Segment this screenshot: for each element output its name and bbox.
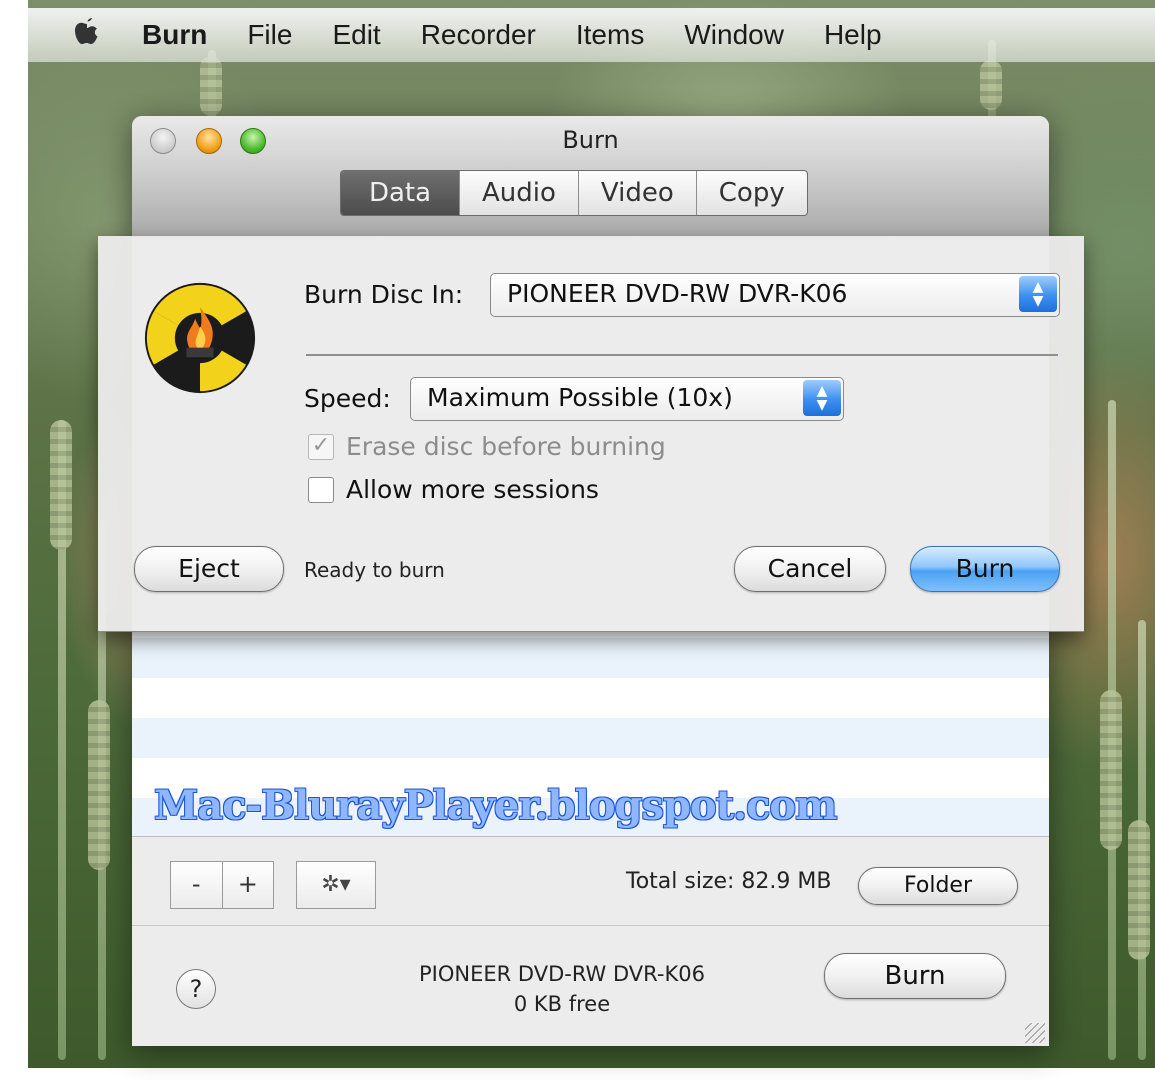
erase-disc-label: Erase disc before burning (346, 432, 666, 461)
menu-edit[interactable]: Edit (332, 19, 380, 51)
menu-file[interactable]: File (247, 19, 292, 51)
tab-data[interactable]: Data (341, 171, 460, 215)
window-title: Burn (562, 126, 619, 154)
watermark-text: Mac-BlurayPlayer.blogspot.com (154, 782, 837, 829)
resize-grip-icon[interactable] (1025, 1023, 1045, 1043)
allow-more-sessions-label: Allow more sessions (346, 475, 599, 504)
total-size-label: Total size: 82.9 MB (626, 869, 832, 894)
burn-radiation-logo-icon (144, 282, 256, 394)
help-icon[interactable]: ? (176, 969, 216, 1009)
tab-copy[interactable]: Copy (697, 171, 807, 215)
divider (132, 925, 1049, 926)
popup-arrows-icon: ▲ ▼ (803, 380, 841, 416)
remove-item-button[interactable]: - (171, 862, 223, 908)
erase-disc-checkbox[interactable]: ✓ (308, 434, 334, 460)
eject-button[interactable]: Eject (134, 546, 284, 592)
gear-icon[interactable]: ✲▾ (296, 861, 376, 909)
tab-video[interactable]: Video (579, 171, 697, 215)
speed-label: Speed: (304, 384, 391, 413)
drive-name: PIONEER DVD-RW DVR-K06 (419, 962, 705, 986)
add-remove-control: - + (170, 861, 274, 909)
burn-disc-in-label: Burn Disc In: (304, 280, 464, 309)
apple-menu-icon[interactable] (72, 16, 102, 54)
cancel-button[interactable]: Cancel (734, 546, 886, 592)
bottom-toolbar: - + ✲▾ Total size: 82.9 MB Folder ? PION… (132, 836, 1049, 1046)
menu-items[interactable]: Items (576, 19, 644, 51)
mode-tabs: Data Audio Video Copy (340, 170, 808, 216)
separator (306, 354, 1058, 356)
burn-sheet: Burn Disc In: PIONEER DVD-RW DVR-K06 ▲ ▼ … (98, 236, 1084, 632)
menu-window[interactable]: Window (684, 19, 784, 51)
menu-burn[interactable]: Burn (142, 19, 207, 51)
burn-disc-in-select[interactable]: PIONEER DVD-RW DVR-K06 ▲ ▼ (490, 273, 1060, 317)
burn-button[interactable]: Burn (910, 546, 1060, 592)
status-text: Ready to burn (304, 558, 445, 582)
speed-select[interactable]: Maximum Possible (10x) ▲ ▼ (410, 377, 844, 421)
burn-disc-in-value: PIONEER DVD-RW DVR-K06 (507, 279, 848, 308)
tab-audio[interactable]: Audio (460, 171, 579, 215)
drive-info: PIONEER DVD-RW DVR-K06 0 KB free (412, 959, 712, 1019)
popup-arrows-icon: ▲ ▼ (1019, 276, 1057, 312)
menu-recorder[interactable]: Recorder (421, 19, 536, 51)
folder-button[interactable]: Folder (858, 867, 1018, 905)
burn-button-main[interactable]: Burn (824, 953, 1006, 999)
drive-free-space: 0 KB free (513, 992, 611, 1016)
window-titlebar: Burn Data Audio Video Copy (132, 116, 1049, 239)
menu-help[interactable]: Help (824, 19, 882, 51)
speed-value: Maximum Possible (10x) (427, 383, 733, 412)
menu-bar: Burn File Edit Recorder Items Window Hel… (28, 8, 1155, 62)
add-item-button[interactable]: + (223, 862, 274, 908)
allow-more-sessions-checkbox[interactable] (308, 477, 334, 503)
